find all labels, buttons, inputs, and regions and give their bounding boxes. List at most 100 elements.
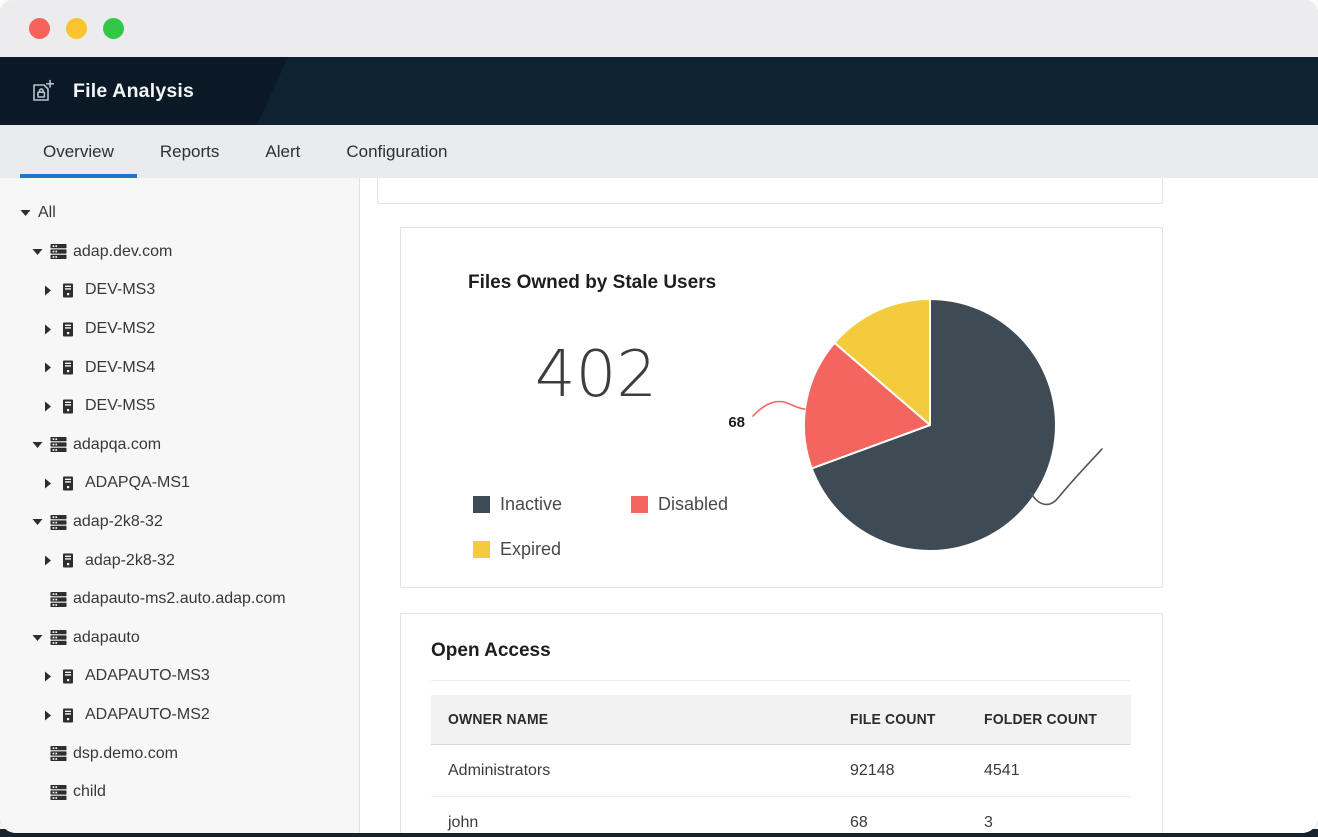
domain-icon xyxy=(50,746,67,762)
tree-item-label: adap.dev.com xyxy=(73,242,173,260)
tree-item-adap-2k8-32[interactable]: adap-2k8-32 xyxy=(0,503,359,542)
expand-icon xyxy=(45,671,51,682)
table-header-row: OWNER NAME FILE COUNT FOLDER COUNT xyxy=(431,695,1131,745)
tree-item-dev-ms4[interactable]: DEV-MS4 xyxy=(0,348,359,387)
domain-icon xyxy=(50,514,67,530)
domain-icon xyxy=(50,244,67,260)
tree-item-label: DEV-MS4 xyxy=(85,358,156,376)
tree-item-dev-ms2[interactable]: DEV-MS2 xyxy=(0,310,359,349)
domain-icon xyxy=(50,746,67,762)
expand-icon xyxy=(45,555,51,566)
expand-arrow[interactable] xyxy=(44,401,62,412)
tree-item-adapauto[interactable]: adapauto xyxy=(0,619,359,658)
tree-item-label: DEV-MS3 xyxy=(85,281,156,299)
tree-item-label: All xyxy=(38,204,56,222)
tree-item-child[interactable]: child xyxy=(0,773,359,812)
tree-item-label: adap-2k8-32 xyxy=(85,551,175,569)
domain-icon xyxy=(50,591,67,607)
expand-arrow[interactable] xyxy=(44,285,62,296)
tab-bar: Overview Reports Alert Configuration xyxy=(0,125,1318,178)
expand-icon xyxy=(45,478,51,489)
collapse-icon xyxy=(32,634,43,641)
expand-arrow[interactable] xyxy=(44,555,62,566)
expand-arrow[interactable] xyxy=(44,710,62,721)
server-icon xyxy=(63,322,73,337)
open-access-table: OWNER NAME FILE COUNT FOLDER COUNT Administ… xyxy=(431,695,1131,833)
collapse-arrow[interactable] xyxy=(32,441,50,449)
collapse-icon xyxy=(32,441,43,448)
tree-item-adapqa-com[interactable]: adapqa.com xyxy=(0,426,359,465)
collapse-arrow[interactable] xyxy=(32,634,50,642)
divider xyxy=(431,680,1131,681)
column-header-owner-name: OWNER NAME xyxy=(448,711,850,728)
column-header-folder-count: FOLDER COUNT xyxy=(984,711,1114,728)
server-icon xyxy=(62,360,79,375)
expand-arrow[interactable] xyxy=(44,362,62,373)
tree-item-adap-dev-com[interactable]: adap.dev.com xyxy=(0,233,359,272)
expand-arrow[interactable] xyxy=(44,671,62,682)
app-header: File Analysis xyxy=(0,57,1318,125)
callout-line-disabled xyxy=(752,400,806,417)
tree-item-label: ADAPAUTO-MS2 xyxy=(85,706,210,724)
open-access-title: Open Access xyxy=(431,640,551,661)
server-icon xyxy=(62,476,79,491)
domain-icon xyxy=(50,437,67,453)
server-icon xyxy=(62,553,79,568)
tree-item-adapqa-ms1[interactable]: ADAPQA-MS1 xyxy=(0,464,359,503)
expand-icon xyxy=(45,285,51,296)
minimize-button[interactable] xyxy=(66,18,87,39)
column-header-file-count: FILE COUNT xyxy=(850,711,984,728)
server-icon xyxy=(63,360,73,375)
tab-label: Reports xyxy=(159,141,220,161)
tab-alert[interactable]: Alert xyxy=(242,125,323,178)
tree-item-label: ADAPQA-MS1 xyxy=(85,474,190,492)
domain-icon xyxy=(50,591,67,607)
collapse-arrow[interactable] xyxy=(32,518,50,526)
tab-overview[interactable]: Overview xyxy=(20,125,137,178)
collapse-arrow[interactable] xyxy=(20,209,38,217)
legend-item-inactive[interactable]: Inactive xyxy=(473,494,631,515)
tree-item-label: ADAPAUTO-MS3 xyxy=(85,667,210,685)
tab-reports[interactable]: Reports xyxy=(137,125,243,178)
server-icon xyxy=(63,476,73,491)
legend-label: Expired xyxy=(500,539,562,559)
tree-item-adap-2k8-32[interactable]: adap-2k8-32 xyxy=(0,541,359,580)
content-area: All adap.dev.com DEV-MS3 DEV-MS2 DEV-MS4 DEV-… xyxy=(0,178,1318,833)
tree-item-dsp-demo-com[interactable]: dsp.demo.com xyxy=(0,734,359,773)
server-icon xyxy=(63,399,73,414)
tree-item-dev-ms3[interactable]: DEV-MS3 xyxy=(0,271,359,310)
legend-label: Disabled xyxy=(658,494,729,514)
expand-icon xyxy=(45,710,51,721)
domain-icon xyxy=(50,630,67,646)
tree-item-dev-ms5[interactable]: DEV-MS5 xyxy=(0,387,359,426)
tree-item-adapauto-ms3[interactable]: ADAPAUTO-MS3 xyxy=(0,657,359,696)
sidebar-tree: All adap.dev.com DEV-MS3 DEV-MS2 DEV-MS4 DEV-… xyxy=(0,178,360,833)
chart-legend: Inactive Disabled Expired xyxy=(473,494,789,560)
cell-folder-count: 3 xyxy=(984,813,993,831)
tree-item-label: DEV-MS5 xyxy=(85,397,156,415)
tree-item-label: DEV-MS2 xyxy=(85,320,156,338)
tab-configuration[interactable]: Configuration xyxy=(323,125,470,178)
tree-item-label: dsp.demo.com xyxy=(73,744,178,762)
close-button[interactable] xyxy=(29,18,50,39)
expand-arrow[interactable] xyxy=(44,478,62,489)
file-analysis-icon xyxy=(29,77,57,105)
tree-item-adapauto-ms2[interactable]: ADAPAUTO-MS2 xyxy=(0,696,359,735)
maximize-button[interactable] xyxy=(103,18,124,39)
table-row-john: john 68 3 xyxy=(431,797,1131,833)
card-stale-users: Files Owned by Stale Users 402 68 Inacti… xyxy=(400,227,1163,588)
legend-label: Inactive xyxy=(500,494,563,514)
legend-item-expired[interactable]: Expired xyxy=(473,539,631,560)
expand-icon xyxy=(45,324,51,335)
domain-icon xyxy=(50,784,67,800)
tree-item-adapauto-ms2-auto-adap-com[interactable]: adapauto-ms2.auto.adap.com xyxy=(0,580,359,619)
legend-item-disabled[interactable]: Disabled xyxy=(631,494,789,515)
collapse-arrow[interactable] xyxy=(32,248,50,256)
cell-file-count: 68 xyxy=(850,813,868,831)
expand-arrow[interactable] xyxy=(44,324,62,335)
domain-icon xyxy=(50,784,67,800)
tree-item-all[interactable]: All xyxy=(0,194,359,233)
callout-label-disabled: 68 xyxy=(728,414,745,431)
tab-label: Alert xyxy=(265,141,301,161)
tree-item-label: adap-2k8-32 xyxy=(73,513,163,531)
